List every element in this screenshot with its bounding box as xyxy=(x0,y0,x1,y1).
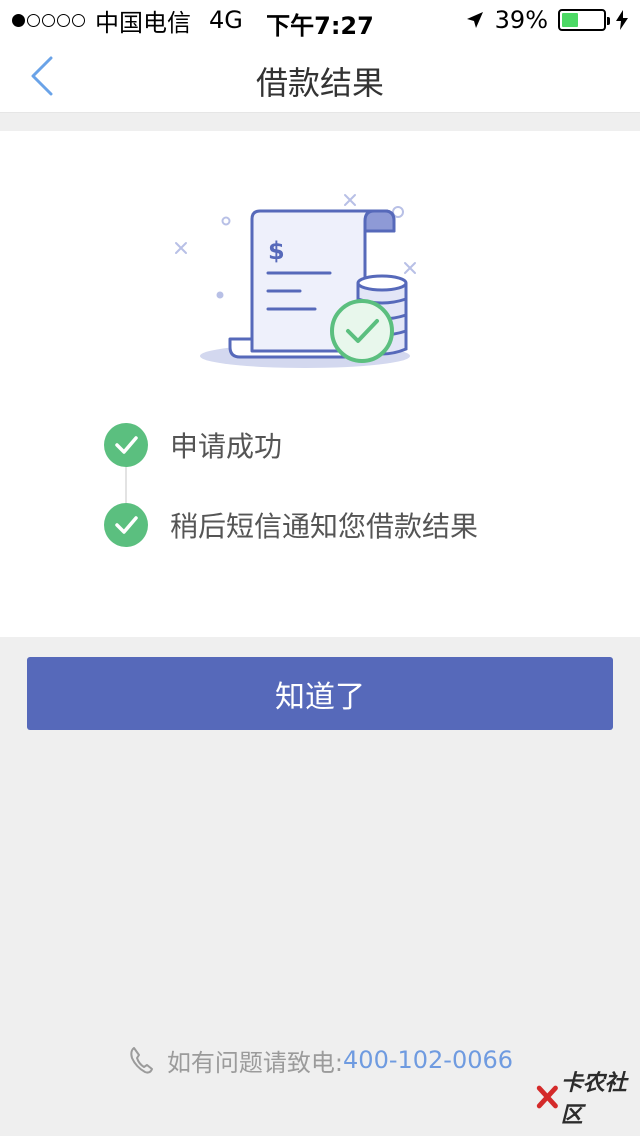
step-connector xyxy=(125,467,127,503)
status-right: 39% xyxy=(465,0,628,40)
phone-icon xyxy=(127,1045,155,1075)
network-label: 4G xyxy=(209,6,243,34)
battery-icon xyxy=(558,9,610,31)
check-circle-icon xyxy=(104,423,148,467)
check-circle-icon xyxy=(104,503,148,547)
result-steps: 申请成功 稍后短信通知您借款结果 xyxy=(104,423,624,547)
step-label: 稍后短信通知您借款结果 xyxy=(170,510,479,543)
carrier-label: 中国电信 xyxy=(95,8,191,37)
got-it-button[interactable]: 知道了 xyxy=(27,657,613,730)
loan-receipt-illustration: $ xyxy=(175,194,416,368)
charging-bolt-icon xyxy=(616,10,628,30)
battery-fill xyxy=(562,13,578,27)
hotline-number-link[interactable]: 400-102-0066 xyxy=(343,1046,513,1074)
nav-bar: 借款结果 xyxy=(0,40,640,113)
hotline-prefix: 如有问题请致电: xyxy=(166,1048,344,1077)
battery-percent: 39% xyxy=(494,6,548,34)
step-item: 稍后短信通知您借款结果 xyxy=(104,503,624,547)
step-item: 申请成功 xyxy=(104,423,624,467)
page-title: 借款结果 xyxy=(255,64,384,102)
signal-strength-icon xyxy=(12,13,85,27)
result-card: $ 申请成功 稍后短信通知您借款结果 xyxy=(0,131,640,637)
status-left: 中国电信 4G xyxy=(12,3,243,38)
status-bar: 中国电信 4G 下午7:27 39% xyxy=(0,0,640,40)
step-label: 申请成功 xyxy=(170,430,283,463)
community-watermark: 卡农社区 xyxy=(536,1071,632,1128)
watermark-text: 卡农社区 xyxy=(560,1071,627,1128)
watermark-logo-icon xyxy=(536,1085,558,1109)
location-arrow-icon xyxy=(466,12,483,28)
currency-symbol: $ xyxy=(268,237,285,265)
